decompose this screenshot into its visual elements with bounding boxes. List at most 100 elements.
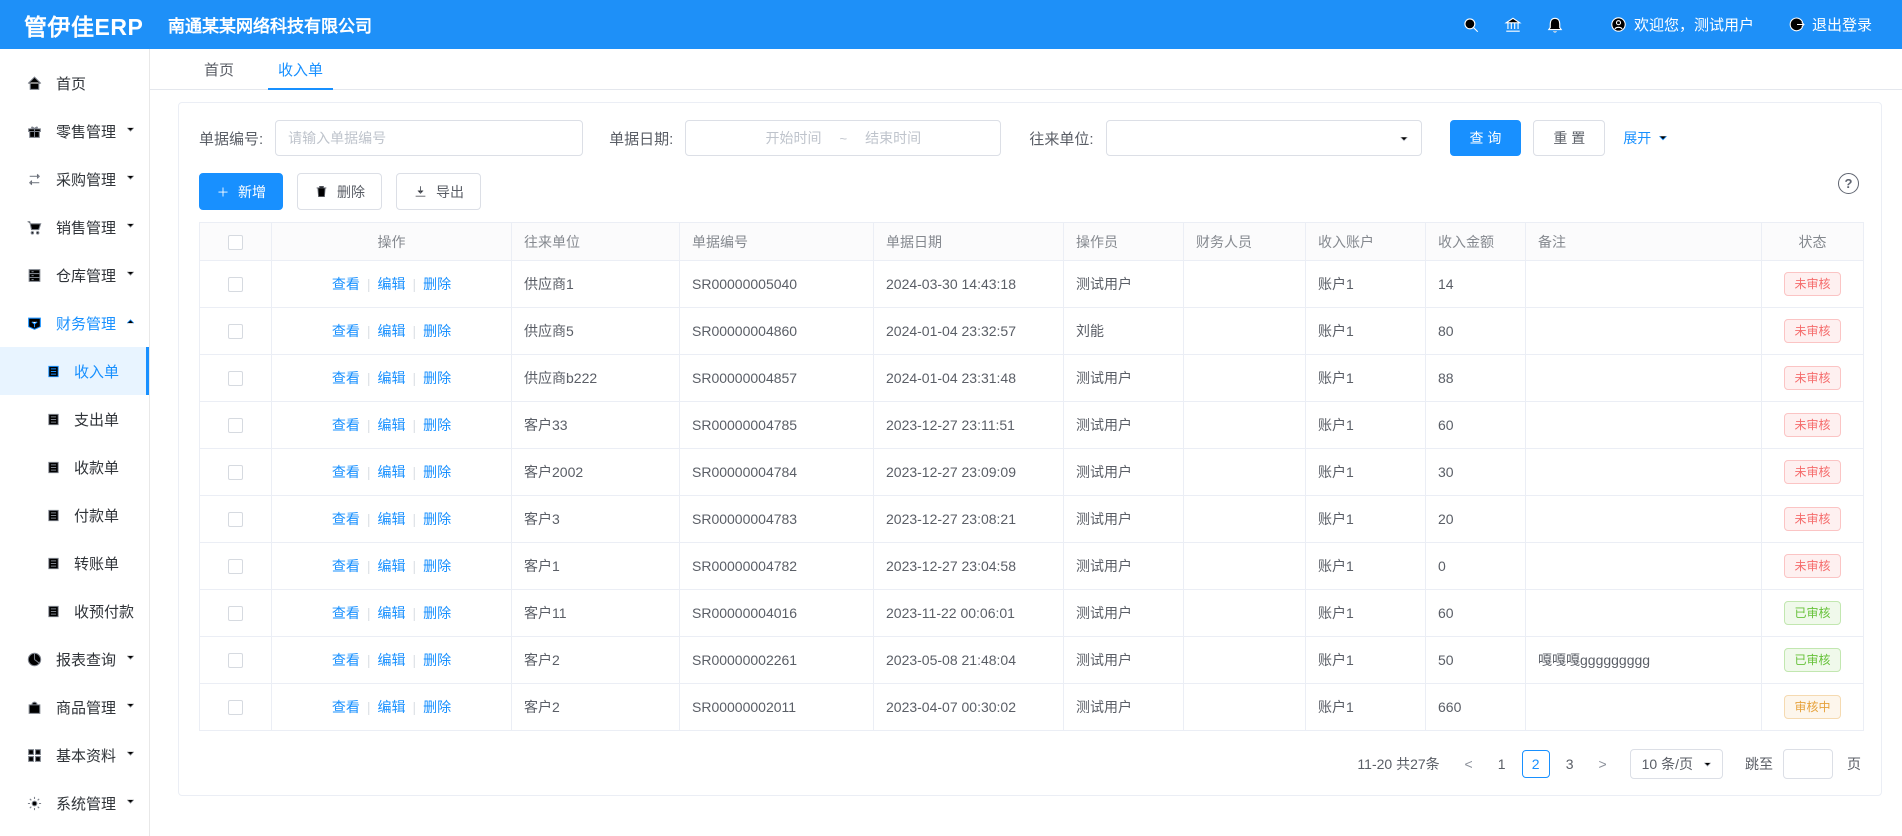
sidebar-item-advance-bill[interactable]: 收预付款 — [0, 587, 149, 635]
expand-link[interactable]: 展开 — [1623, 128, 1670, 148]
sidebar-item-warehouse[interactable]: 仓库管理 — [0, 251, 149, 299]
select-all-checkbox[interactable] — [228, 235, 243, 250]
sidebar-item-receipt-bill[interactable]: 收款单 — [0, 443, 149, 491]
bank-icon[interactable] — [1492, 16, 1534, 34]
view-link[interactable]: 查看 — [332, 558, 360, 574]
view-link[interactable]: 查看 — [332, 511, 360, 527]
row-checkbox[interactable] — [228, 512, 243, 527]
edit-link[interactable]: 编辑 — [378, 605, 406, 621]
edit-link[interactable]: 编辑 — [378, 558, 406, 574]
finance-staff-cell — [1184, 590, 1306, 637]
partner-cell: 客户2 — [512, 637, 680, 684]
status-badge: 未审核 — [1784, 366, 1840, 390]
sidebar-item-report[interactable]: 报表查询 — [0, 635, 149, 683]
sidebar-item-retail[interactable]: 零售管理 — [0, 107, 149, 155]
tab-income-bill[interactable]: 收入单 — [256, 49, 345, 89]
sidebar-item-system[interactable]: 系统管理 — [0, 779, 149, 827]
doc-icon — [46, 508, 61, 523]
row-checkbox[interactable] — [228, 700, 243, 715]
edit-link[interactable]: 编辑 — [378, 323, 406, 339]
edit-link[interactable]: 编辑 — [378, 370, 406, 386]
view-link[interactable]: 查看 — [332, 699, 360, 715]
delete-link[interactable]: 删除 — [423, 276, 451, 292]
partner-select[interactable] — [1106, 120, 1422, 156]
welcome-user[interactable]: 欢迎您，测试用户 — [1610, 14, 1754, 35]
search-icon[interactable] — [1450, 16, 1492, 34]
income-amount-cell: 14 — [1426, 261, 1526, 308]
row-checkbox[interactable] — [228, 277, 243, 292]
delete-link[interactable]: 删除 — [423, 605, 451, 621]
row-actions-cell: 查看|编辑|删除 — [272, 496, 512, 543]
view-link[interactable]: 查看 — [332, 464, 360, 480]
delete-link[interactable]: 删除 — [423, 464, 451, 480]
main-area: 首页 收入单 单据编号: 单据日期: 开始时间 ~ 结束时间 往来单位: — [150, 49, 1902, 836]
export-button[interactable]: 导出 — [396, 173, 481, 210]
chevron-down-icon — [124, 699, 137, 712]
sidebar-item-expense-bill[interactable]: 支出单 — [0, 395, 149, 443]
reset-button[interactable]: 重 置 — [1533, 120, 1605, 156]
sidebar-item-basic[interactable]: 基本资料 — [0, 731, 149, 779]
edit-link[interactable]: 编辑 — [378, 276, 406, 292]
edit-link[interactable]: 编辑 — [378, 464, 406, 480]
delete-link[interactable]: 删除 — [423, 417, 451, 433]
view-link[interactable]: 查看 — [332, 417, 360, 433]
prev-page-arrow[interactable]: < — [1456, 750, 1482, 778]
sidebar-item-payment-bill[interactable]: 付款单 — [0, 491, 149, 539]
view-link[interactable]: 查看 — [332, 276, 360, 292]
row-checkbox[interactable] — [228, 324, 243, 339]
row-checkbox[interactable] — [228, 465, 243, 480]
pagination-total: 11-20 共27条 — [1357, 754, 1439, 774]
sidebar-item-income-bill[interactable]: 收入单 — [0, 347, 149, 395]
row-checkbox[interactable] — [228, 418, 243, 433]
sidebar-item-finance[interactable]: 财务管理 — [0, 299, 149, 347]
edit-link[interactable]: 编辑 — [378, 652, 406, 668]
date-range-picker[interactable]: 开始时间 ~ 结束时间 — [685, 120, 1001, 156]
delete-button[interactable]: 删除 — [297, 173, 382, 210]
bill-no-input[interactable] — [275, 120, 583, 156]
page-number-3[interactable]: 3 — [1556, 750, 1584, 778]
sidebar-item-label: 零售管理 — [56, 121, 116, 142]
bell-icon[interactable] — [1534, 16, 1576, 34]
delete-link[interactable]: 删除 — [423, 558, 451, 574]
view-link[interactable]: 查看 — [332, 652, 360, 668]
row-checkbox[interactable] — [228, 559, 243, 574]
edit-link[interactable]: 编辑 — [378, 511, 406, 527]
tab-home[interactable]: 首页 — [182, 49, 256, 89]
table-row: 查看|编辑|删除供应商5SR000000048602024-01-04 23:3… — [200, 308, 1864, 355]
view-link[interactable]: 查看 — [332, 605, 360, 621]
next-page-arrow[interactable]: > — [1590, 750, 1616, 778]
sidebar-item-purchase[interactable]: 采购管理 — [0, 155, 149, 203]
partner-cell: 供应商5 — [512, 308, 680, 355]
add-button[interactable]: 新增 — [199, 173, 283, 210]
sidebar-item-goods[interactable]: 商品管理 — [0, 683, 149, 731]
jump-page-input[interactable] — [1783, 749, 1833, 779]
view-link[interactable]: 查看 — [332, 323, 360, 339]
income-account-cell: 账户1 — [1306, 449, 1426, 496]
edit-link[interactable]: 编辑 — [378, 417, 406, 433]
view-link[interactable]: 查看 — [332, 370, 360, 386]
bill-no-label: 单据编号: — [199, 128, 263, 149]
page-number-2[interactable]: 2 — [1522, 750, 1550, 778]
delete-link[interactable]: 删除 — [423, 370, 451, 386]
logout-button[interactable]: 退出登录 — [1788, 14, 1872, 35]
delete-link[interactable]: 删除 — [423, 511, 451, 527]
sidebar-item-home[interactable]: 首页 — [0, 59, 149, 107]
row-checkbox[interactable] — [228, 606, 243, 621]
edit-link[interactable]: 编辑 — [378, 699, 406, 715]
page-number-1[interactable]: 1 — [1488, 750, 1516, 778]
delete-link[interactable]: 删除 — [423, 323, 451, 339]
delete-link[interactable]: 删除 — [423, 699, 451, 715]
delete-link[interactable]: 删除 — [423, 652, 451, 668]
help-icon[interactable]: ? — [1838, 173, 1859, 194]
row-checkbox[interactable] — [228, 653, 243, 668]
toolbar: 新增 删除 导出 ? — [199, 173, 1861, 210]
sidebar-item-transfer-bill[interactable]: 转账单 — [0, 539, 149, 587]
bill-no-cell: SR00000002261 — [680, 637, 874, 684]
sidebar-item-sales[interactable]: 销售管理 — [0, 203, 149, 251]
income-account-cell: 账户1 — [1306, 543, 1426, 590]
row-checkbox[interactable] — [228, 371, 243, 386]
action-separator: | — [367, 511, 371, 527]
sidebar-item-label: 收款单 — [74, 457, 119, 478]
page-size-select[interactable]: 10 条/页 — [1630, 749, 1723, 779]
search-button[interactable]: 查 询 — [1450, 120, 1522, 156]
